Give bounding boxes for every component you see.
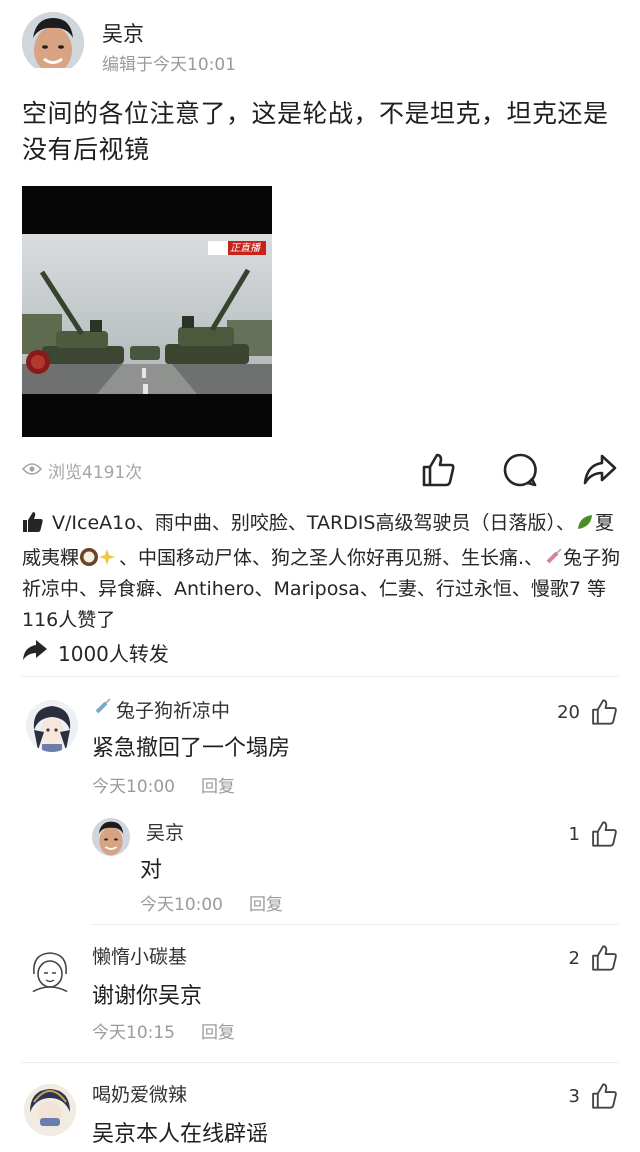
comment-like-count: 20 bbox=[557, 701, 580, 723]
syringe-emoji-icon bbox=[543, 546, 563, 566]
comment-text: 吴京本人在线辟谣 bbox=[92, 1122, 269, 1147]
share-filled-icon bbox=[22, 639, 48, 666]
comment-text: 对 bbox=[140, 858, 163, 883]
thumb-up-icon bbox=[592, 945, 617, 971]
comment-icon bbox=[503, 453, 537, 487]
reply-button[interactable]: 回复 bbox=[249, 895, 283, 915]
comment-like-count: 2 bbox=[568, 947, 580, 969]
post-stats-bar: 浏览4191次 bbox=[21, 452, 622, 488]
author-avatar[interactable] bbox=[22, 12, 84, 74]
commenter-name[interactable]: 兔子狗祈凉中 bbox=[92, 696, 230, 723]
commenter-avatar[interactable] bbox=[24, 1084, 76, 1136]
divider bbox=[22, 1062, 618, 1063]
commenter-name[interactable]: 懒惰小碳基 bbox=[92, 942, 187, 969]
eye-icon bbox=[21, 461, 43, 481]
divider bbox=[22, 676, 618, 677]
comment-item: 懒惰小碳基 谢谢你吴京 今天10:15 回复 2 bbox=[0, 936, 640, 1048]
commenter-avatar[interactable] bbox=[26, 700, 78, 752]
comment-like-button[interactable]: 2 bbox=[569, 944, 618, 972]
live-badge: 正直播 bbox=[230, 243, 260, 254]
comment-meta: 今天10:00 回复 bbox=[140, 890, 283, 915]
share-button[interactable] bbox=[582, 452, 618, 488]
like-button[interactable] bbox=[420, 452, 456, 488]
likes-names-1: V/IceA1o、雨中曲、别咬脸、TARDIS高级驾驶员（日落版）、 bbox=[52, 512, 575, 534]
commenter-name-text: 兔子狗祈凉中 bbox=[116, 700, 231, 722]
sparkles-emoji-icon bbox=[99, 546, 119, 566]
video-thumbnail[interactable]: 正直播 bbox=[22, 186, 272, 437]
comment-like-count: 3 bbox=[568, 1085, 580, 1107]
divider bbox=[92, 924, 618, 925]
view-count: 浏览4191次 bbox=[21, 458, 143, 483]
reply-button[interactable]: 回复 bbox=[201, 777, 235, 797]
comment-item: 兔子狗祈凉中 紧急撤回了一个塌房 今天10:00 回复 20 bbox=[0, 690, 640, 798]
thumb-up-filled-icon bbox=[22, 511, 44, 543]
post-timestamp: 编辑于今天10:01 bbox=[102, 55, 236, 75]
tank-parade-image bbox=[22, 234, 272, 394]
comment-button[interactable] bbox=[502, 452, 538, 488]
share-count-text: 1000人转发 bbox=[58, 642, 169, 666]
coconut-emoji-icon bbox=[79, 546, 99, 566]
commenter-avatar[interactable] bbox=[24, 946, 76, 998]
thumb-up-icon bbox=[592, 699, 617, 725]
syringe-icon bbox=[92, 697, 112, 722]
comment-like-button[interactable]: 1 bbox=[569, 820, 618, 848]
comment-time: 今天10:00 bbox=[140, 895, 223, 915]
commenter-avatar[interactable] bbox=[92, 818, 130, 856]
likes-list: V/IceA1o、雨中曲、别咬脸、TARDIS高级驾驶员（日落版）、 夏威夷粿 、中… bbox=[22, 508, 622, 636]
comment-like-button[interactable]: 3 bbox=[569, 1082, 618, 1110]
view-count-text: 浏览4191次 bbox=[48, 463, 143, 483]
post-text: 空间的各位注意了，这是轮战，不是坦克，坦克还是没有后视镜 bbox=[22, 99, 609, 164]
commenter-name[interactable]: 吴京 bbox=[146, 818, 184, 845]
share-icon bbox=[583, 454, 617, 485]
comment-meta: 今天10:00 回复 bbox=[92, 772, 235, 797]
comment-time: 今天10:15 bbox=[92, 1023, 175, 1043]
leaf-emoji-icon bbox=[575, 511, 595, 531]
thumb-up-icon bbox=[422, 453, 455, 487]
thumb-up-icon bbox=[592, 1083, 617, 1109]
comment-like-count: 1 bbox=[568, 823, 580, 845]
comment-meta: 今天10:15 回复 bbox=[92, 1018, 235, 1043]
thumb-up-icon bbox=[592, 821, 617, 847]
comment-text: 紧急撤回了一个塌房 bbox=[92, 736, 291, 761]
reply-button[interactable]: 回复 bbox=[201, 1023, 235, 1043]
comment-item: 喝奶爱微辣 吴京本人在线辟谣 3 bbox=[0, 1074, 640, 1152]
commenter-name[interactable]: 喝奶爱微辣 bbox=[92, 1080, 187, 1107]
likes-names-3: 、中国移动尸体、狗之圣人你好再见掰、生长痛.、 bbox=[119, 547, 544, 569]
reply-item: 吴京 对 今天10:00 回复 1 bbox=[0, 812, 640, 915]
share-count[interactable]: 1000人转发 bbox=[22, 638, 169, 667]
comment-time: 今天10:00 bbox=[92, 777, 175, 797]
post-header: 吴京 编辑于今天10:01 bbox=[22, 12, 622, 78]
comment-like-button[interactable]: 20 bbox=[557, 698, 618, 726]
comment-text: 谢谢你吴京 bbox=[92, 984, 203, 1009]
author-name[interactable]: 吴京 bbox=[102, 18, 144, 48]
